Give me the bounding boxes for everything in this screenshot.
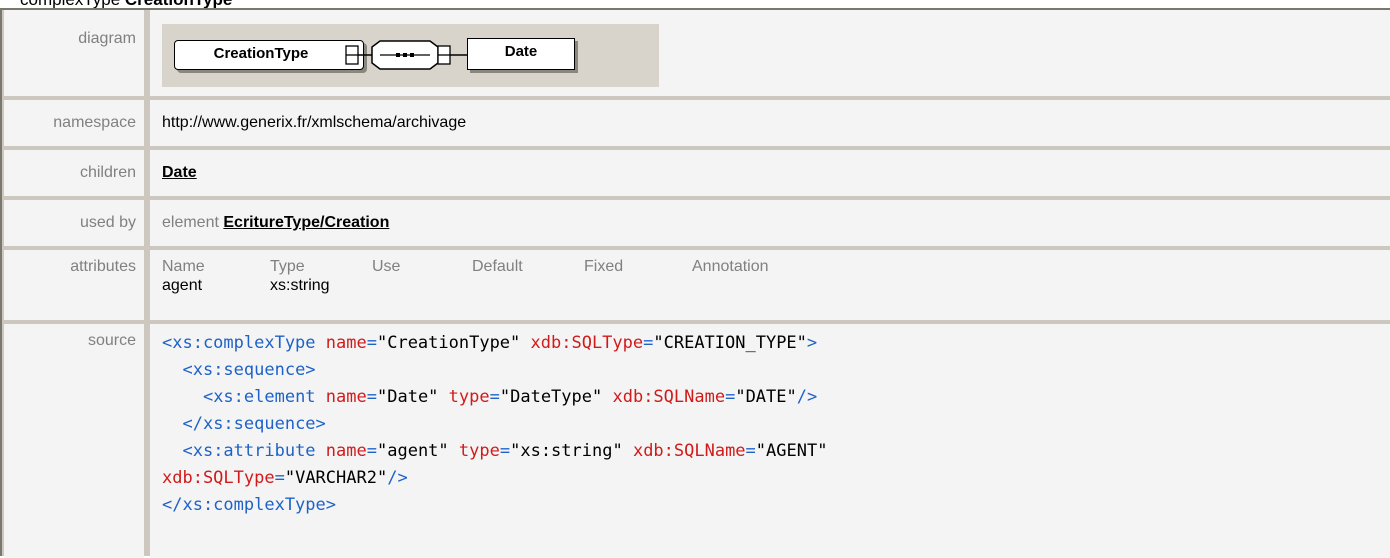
child-link-date[interactable]: Date xyxy=(162,164,197,181)
source-line-1: <xs:complexType name="CreationType" xdb:… xyxy=(162,333,818,353)
row-source: source <xs:complexType name="CreationTyp… xyxy=(4,324,1390,558)
children-cell: Date xyxy=(150,150,1390,196)
row-namespace: namespace http://www.generix.fr/xmlschem… xyxy=(4,100,1390,146)
row-label: attributes xyxy=(4,250,144,320)
col-name: Name xyxy=(162,258,205,275)
row-label: used by xyxy=(4,200,144,246)
diagram-cell: CreationType Date xyxy=(150,10,1390,96)
source-line-5: <xs:attribute name="agent" type="xs:stri… xyxy=(182,441,828,461)
row-label: children xyxy=(4,150,144,196)
diagram-connectors xyxy=(345,40,467,70)
namespace-value: http://www.generix.fr/xmlschema/archivag… xyxy=(150,100,1390,146)
col-type: Type xyxy=(270,258,305,275)
source-line-4: </xs:sequence> xyxy=(182,414,326,434)
used-by-kind: element xyxy=(162,214,219,231)
schema-table: diagram CreationType Date namespace http… xyxy=(0,8,1390,558)
row-label: source xyxy=(4,324,144,558)
col-annotation: Annotation xyxy=(692,258,769,275)
source-line-3: <xs:element name="Date" type="DateType" … xyxy=(202,387,818,407)
row-label: namespace xyxy=(4,100,144,146)
source-code: <xs:complexType name="CreationType" xdb:… xyxy=(150,324,1390,558)
diagram: CreationType Date xyxy=(162,24,659,87)
row-diagram: diagram CreationType Date xyxy=(4,10,1390,96)
col-use: Use xyxy=(372,258,401,275)
source-line-6: xdb:SQLType="VARCHAR2"/> xyxy=(162,468,408,488)
row-attributes: attributes Name Type Use Default Fixed A… xyxy=(4,250,1390,320)
col-default: Default xyxy=(472,258,523,275)
used-by-link[interactable]: EcritureType/Creation xyxy=(223,214,389,231)
source-line-7: </xs:complexType> xyxy=(162,495,336,515)
col-fixed: Fixed xyxy=(584,258,624,275)
attr-name: agent xyxy=(162,277,203,294)
source-line-2: <xs:sequence> xyxy=(182,360,316,380)
used-by-cell: element EcritureType/Creation xyxy=(150,200,1390,246)
attributes-cell: Name Type Use Default Fixed Annotation a… xyxy=(150,250,1390,320)
row-used-by: used by element EcritureType/Creation xyxy=(4,200,1390,246)
row-label: diagram xyxy=(4,10,144,96)
child-node-date[interactable]: Date xyxy=(467,38,575,70)
row-children: children Date xyxy=(4,150,1390,196)
attr-type: xs:string xyxy=(270,277,330,294)
